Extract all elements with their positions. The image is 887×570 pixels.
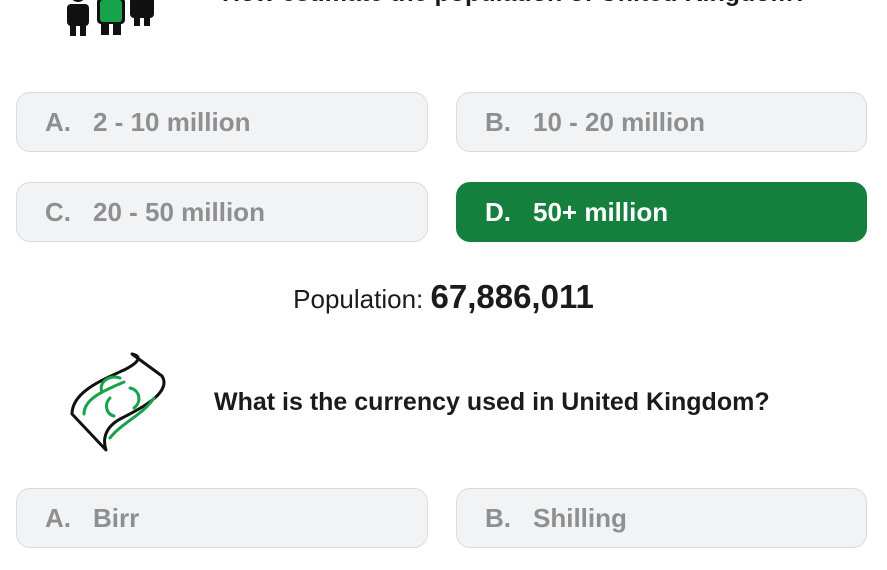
banknote-icon: [62, 352, 172, 456]
question-2-text: What is the currency used in United King…: [214, 388, 770, 416]
q1-option-a[interactable]: A. 2 - 10 million: [16, 92, 428, 152]
option-label: 20 - 50 million: [93, 196, 265, 227]
option-label: 10 - 20 million: [533, 106, 705, 137]
population-result: Population: 67,886,011: [0, 278, 887, 316]
q2-option-b[interactable]: B. Shilling: [456, 488, 867, 548]
question-1-text: How estimate the population of United Ki…: [220, 0, 810, 12]
option-letter: D.: [485, 196, 511, 227]
option-letter: A.: [45, 502, 71, 533]
option-letter: A.: [45, 106, 71, 137]
option-label: Shilling: [533, 502, 627, 533]
population-value: 67,886,011: [430, 278, 594, 315]
option-label: 2 - 10 million: [93, 106, 251, 137]
q1-option-b[interactable]: B. 10 - 20 million: [456, 92, 867, 152]
population-label: Population:: [293, 284, 424, 314]
q1-option-c[interactable]: C. 20 - 50 million: [16, 182, 428, 242]
q1-option-d-correct[interactable]: D. 50+ million: [456, 182, 867, 242]
people-icon: [60, 0, 160, 40]
q2-option-a[interactable]: A. Birr: [16, 488, 428, 548]
option-label: Birr: [93, 502, 140, 533]
option-letter: B.: [485, 106, 511, 137]
option-letter: C.: [45, 196, 71, 227]
option-letter: B.: [485, 502, 511, 533]
option-label: 50+ million: [533, 196, 669, 227]
